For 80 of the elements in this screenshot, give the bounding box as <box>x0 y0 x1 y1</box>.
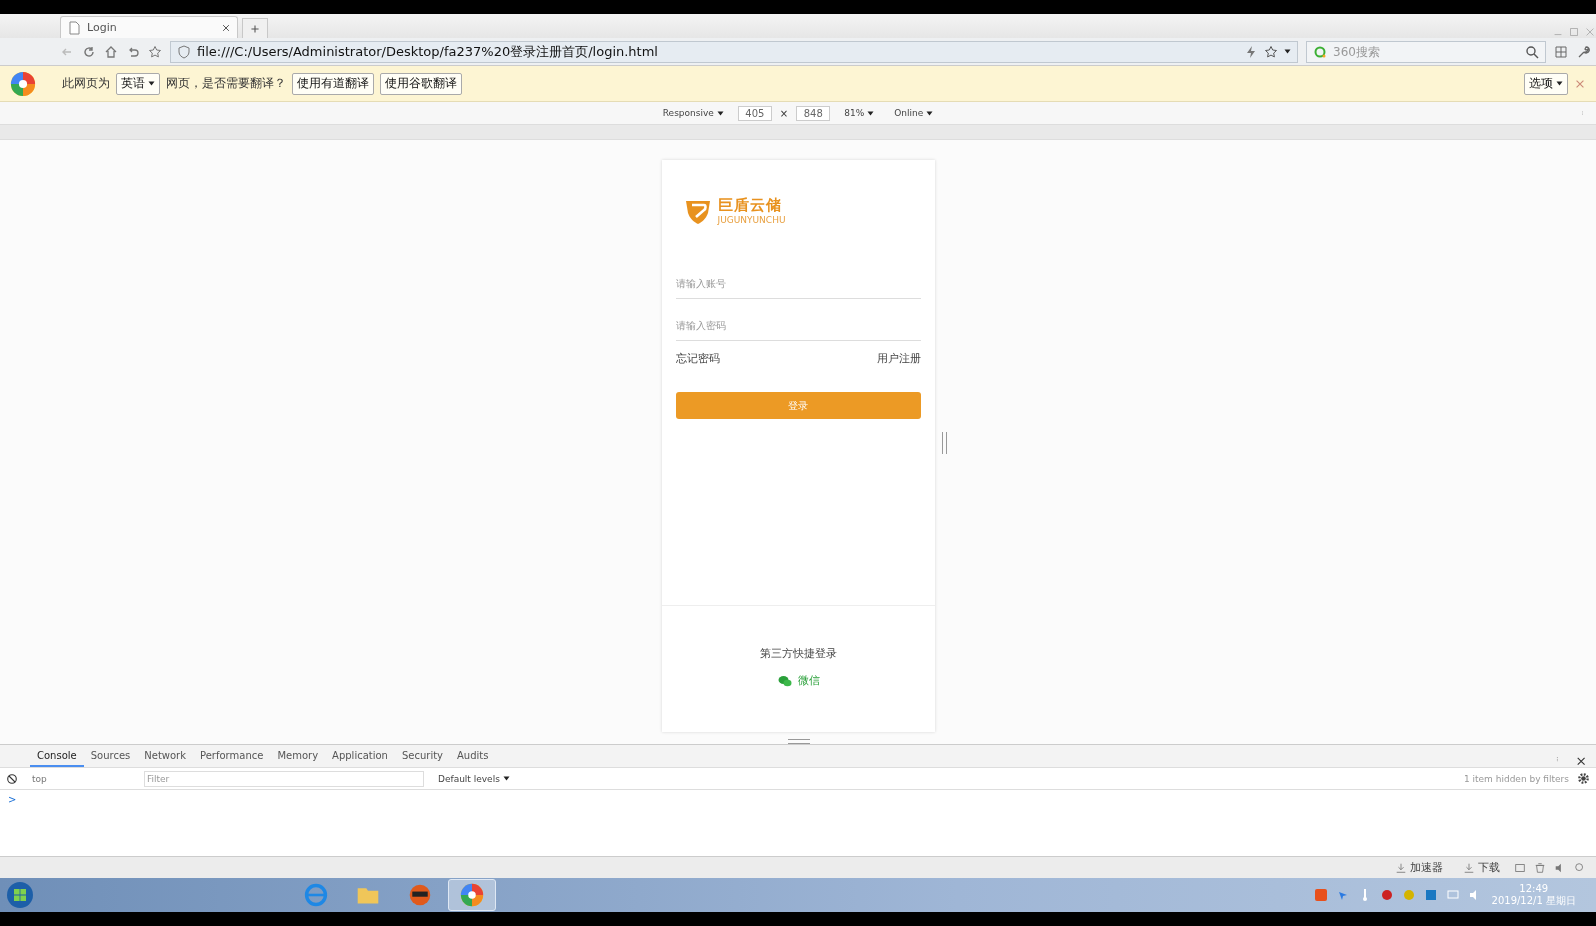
caret-icon <box>716 109 724 117</box>
caret-icon <box>867 109 875 117</box>
caret-icon <box>148 80 155 87</box>
network-select[interactable]: Online <box>888 107 940 119</box>
times-sign: × <box>779 107 789 119</box>
status-bar-item[interactable]: 加速器 <box>1389 859 1449 876</box>
brand-name: 巨盾云储 <box>717 196 783 215</box>
register-link[interactable]: 用户注册 <box>876 351 921 366</box>
caret-icon <box>926 109 934 117</box>
browser-tab[interactable]: Login <box>60 16 238 38</box>
translate-button[interactable]: 使用有道翻译 <box>292 72 374 95</box>
dropdown-icon <box>1284 48 1291 55</box>
translate-button[interactable]: 使用谷歌翻译 <box>380 72 462 95</box>
search-logo-icon <box>1313 44 1327 59</box>
taskbar-button[interactable] <box>448 879 496 911</box>
star-icon[interactable] <box>148 44 162 59</box>
refresh-icon[interactable] <box>82 44 96 59</box>
hidden-items-note: 1 item hidden by filters <box>1463 773 1569 784</box>
status-bar-item[interactable]: 下载 <box>1457 859 1506 876</box>
devtools-tab[interactable]: Performance <box>193 745 271 767</box>
shield-icon <box>177 44 191 59</box>
wrench-icon[interactable] <box>1576 44 1590 59</box>
device-mode-select[interactable]: Responsive <box>656 107 730 119</box>
resize-handle[interactable] <box>941 432 947 454</box>
plus-icon <box>250 23 260 34</box>
devtools-tab[interactable]: Sources <box>83 745 138 767</box>
home-icon[interactable] <box>104 44 118 59</box>
width-field[interactable]: 405 <box>737 105 772 121</box>
devtools-tab[interactable]: Security <box>394 745 451 767</box>
devtools-tab[interactable]: Network <box>137 745 194 767</box>
trash-icon[interactable] <box>1534 861 1546 874</box>
clear-icon[interactable] <box>6 772 18 785</box>
search-icon[interactable] <box>1525 44 1539 59</box>
chat-bubbles-icon <box>776 673 793 688</box>
caret-icon <box>502 775 510 782</box>
new-tab-button[interactable] <box>242 18 268 38</box>
translate-question: 网页，是否需要翻译？ <box>166 75 286 92</box>
caret-icon <box>1556 80 1563 87</box>
devtools-tab[interactable]: Audits <box>450 745 496 767</box>
window-icon[interactable] <box>1514 861 1526 874</box>
settings-icon[interactable] <box>1577 772 1590 785</box>
account-field[interactable]: 请输入账号 <box>675 269 921 299</box>
tray-icon[interactable] <box>1313 888 1328 902</box>
maximize-icon[interactable] <box>1568 26 1580 38</box>
context-select[interactable]: top <box>26 770 136 787</box>
devtools-tab[interactable]: Console <box>30 745 84 767</box>
devtools-tab[interactable]: Application <box>325 745 395 767</box>
levels-select[interactable]: Default levels <box>432 772 516 785</box>
page-icon <box>67 20 81 35</box>
tray-icon[interactable] <box>1423 888 1438 902</box>
wechat-login-link[interactable]: 微信 <box>776 673 820 688</box>
clock-time: 12:49 <box>1519 882 1549 894</box>
globe-icon <box>304 883 328 907</box>
console-prompt: > <box>8 794 17 805</box>
close-icon[interactable] <box>221 22 231 33</box>
browser-logo-icon[interactable] <box>460 883 484 907</box>
brand-subtitle: JUGUNYUNCHU <box>717 215 786 225</box>
filter-field[interactable]: Filter <box>144 770 424 787</box>
mask-icon <box>408 883 432 907</box>
tray-icon[interactable] <box>1379 888 1394 902</box>
browser-logo-icon[interactable] <box>10 70 36 97</box>
download-icon <box>1463 861 1475 874</box>
third-party-label: 第三方快捷登录 <box>758 646 838 661</box>
zoom-icon[interactable] <box>1574 861 1586 874</box>
search-field[interactable]: 360搜索 <box>1331 43 1521 60</box>
devtools-tab[interactable]: Memory <box>270 745 326 767</box>
star-icon[interactable] <box>1264 44 1278 59</box>
translate-prompt: 此网页为 <box>62 75 110 92</box>
clock-date: 2019/12/1 星期日 <box>1491 893 1576 908</box>
start-button-icon[interactable] <box>6 881 34 909</box>
options-button[interactable]: 选项 <box>1524 72 1568 95</box>
language-select[interactable]: 英语 <box>116 72 160 95</box>
search-box[interactable]: 360搜索 <box>1306 40 1546 63</box>
height-field[interactable]: 848 <box>796 105 831 121</box>
password-field[interactable]: 请输入密码 <box>675 311 921 341</box>
address-bar[interactable]: file:///C:/Users/Administrator/Desktop/fa237%20登录注册首页/login.html <box>170 40 1298 63</box>
forgot-password-link[interactable]: 忘记密码 <box>675 351 720 366</box>
zoom-select[interactable]: 81% <box>838 107 881 119</box>
grid-icon[interactable] <box>1554 44 1568 59</box>
lightning-icon[interactable] <box>1244 44 1258 59</box>
